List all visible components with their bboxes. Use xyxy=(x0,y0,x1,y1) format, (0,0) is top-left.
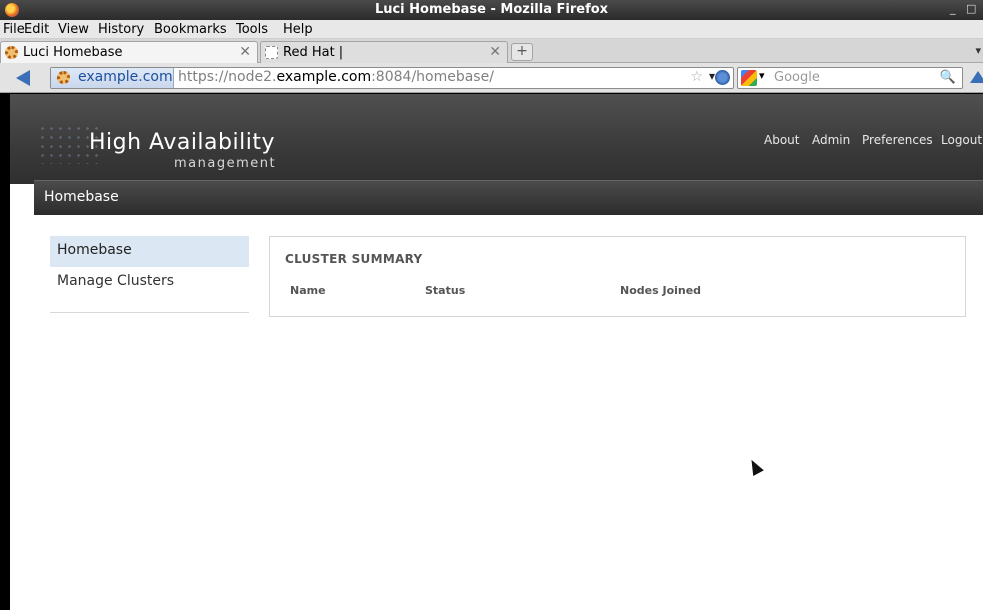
navigation-toolbar: example.com https://node2.example.com:80… xyxy=(0,63,983,93)
tab-label: Red Hat | xyxy=(283,45,344,60)
menu-view[interactable]: View xyxy=(58,22,89,37)
mouse-pointer-icon xyxy=(746,457,764,476)
gear-icon xyxy=(5,46,18,59)
url-bar[interactable]: example.com https://node2.example.com:80… xyxy=(50,67,734,89)
google-engine-icon[interactable] xyxy=(741,70,757,86)
search-input[interactable]: Google xyxy=(774,70,820,85)
engine-dropdown-icon[interactable]: ▾ xyxy=(759,69,765,82)
sidebar-item-homebase[interactable]: Homebase xyxy=(50,236,249,267)
tab-red-hat[interactable]: Red Hat | ✕ xyxy=(260,41,508,63)
brand-title: High Availability xyxy=(89,130,275,155)
admin-link[interactable]: Admin xyxy=(812,133,850,147)
breadcrumb: Homebase xyxy=(34,180,983,215)
tab-luci-homebase[interactable]: Luci Homebase ✕ xyxy=(0,41,258,63)
tab-strip: Luci Homebase ✕ Red Hat | ✕ + ▾ xyxy=(0,39,983,63)
blank-page-icon xyxy=(265,46,278,59)
column-header-nodes-joined[interactable]: Nodes Joined xyxy=(620,284,701,297)
menu-bar: File Edit View History Bookmarks Tools H… xyxy=(0,20,983,39)
about-link[interactable]: About xyxy=(764,133,799,147)
site-identity-button[interactable]: example.com xyxy=(51,68,174,88)
logout-link[interactable]: Logout xyxy=(941,133,982,147)
maximize-button[interactable]: □ xyxy=(966,2,976,15)
menu-bookmarks[interactable]: Bookmarks xyxy=(154,22,227,37)
binoculars-icon[interactable]: 🔍 xyxy=(940,70,956,85)
tab-close-icon[interactable]: ✕ xyxy=(489,44,501,60)
menu-tools[interactable]: Tools xyxy=(236,22,268,37)
reload-icon[interactable] xyxy=(715,70,730,85)
home-icon[interactable] xyxy=(970,71,983,83)
window-title: Luci Homebase - Mozilla Firefox xyxy=(374,2,609,17)
minimize-button[interactable]: _ xyxy=(950,2,956,15)
url-host: example.com xyxy=(276,69,372,85)
menu-file[interactable]: File xyxy=(3,22,25,37)
url-prefix: https://node2. xyxy=(178,69,277,85)
preferences-link[interactable]: Preferences xyxy=(862,133,933,147)
url-text[interactable]: https://node2.example.com:8084/homebase/ xyxy=(178,69,494,85)
menu-help[interactable]: Help xyxy=(283,22,313,37)
tab-list-chevron-icon[interactable]: ▾ xyxy=(975,44,981,57)
cluster-summary-panel: CLUSTER SUMMARY Name Status Nodes Joined xyxy=(269,236,966,317)
back-arrow-icon[interactable] xyxy=(16,70,30,86)
sidebar-item-label: Manage Clusters xyxy=(57,273,175,289)
gear-icon xyxy=(57,71,70,84)
column-header-name[interactable]: Name xyxy=(290,284,326,297)
search-bar[interactable]: ▾ Google 🔍 xyxy=(737,67,963,89)
sidebar-divider xyxy=(50,312,249,313)
sidebar-item-label: Homebase xyxy=(57,242,132,258)
page-content: High Availability management About Admin… xyxy=(10,94,983,610)
new-tab-button[interactable]: + xyxy=(511,43,533,61)
url-suffix: :8084/homebase/ xyxy=(371,69,494,85)
brand-subtitle: management xyxy=(174,156,277,171)
menu-history[interactable]: History xyxy=(98,22,144,37)
sidebar-item-manage-clusters[interactable]: Manage Clusters xyxy=(50,267,249,298)
cluster-summary-title: CLUSTER SUMMARY xyxy=(285,252,423,266)
window-titlebar: Luci Homebase - Mozilla Firefox _ □ xyxy=(0,0,983,20)
column-header-status[interactable]: Status xyxy=(425,284,465,297)
menu-edit[interactable]: Edit xyxy=(24,22,49,37)
bookmark-star-icon[interactable]: ☆ xyxy=(690,69,703,85)
site-identity-label: example.com xyxy=(78,69,173,85)
tab-label: Luci Homebase xyxy=(23,45,123,60)
tab-close-icon[interactable]: ✕ xyxy=(239,44,251,60)
breadcrumb-label: Homebase xyxy=(44,189,119,205)
app-header: High Availability management About Admin… xyxy=(10,94,983,184)
